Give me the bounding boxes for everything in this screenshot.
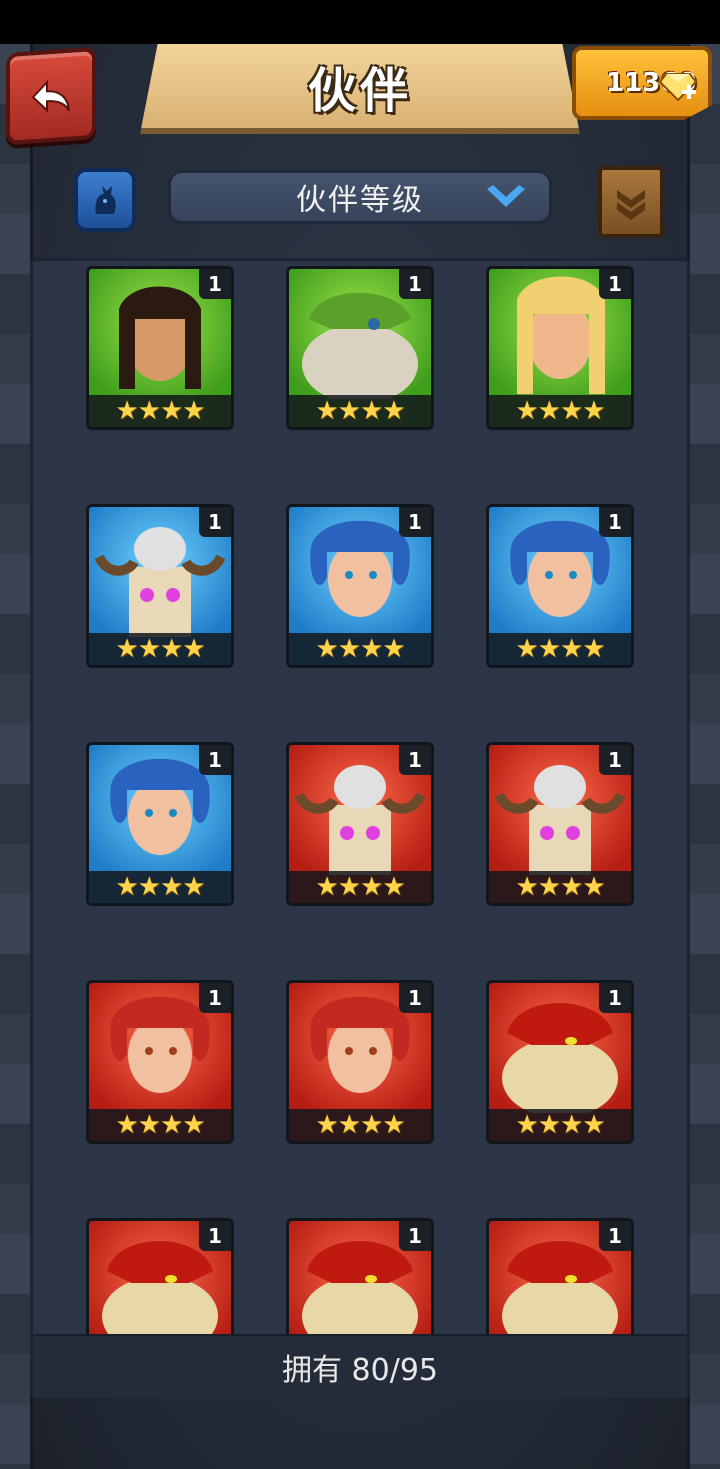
hero-card[interactable]: 1 ★★★★: [486, 504, 634, 668]
scroll-chevron-icon: [617, 190, 645, 220]
hero-level-badge: 1: [399, 745, 431, 775]
owned-count: 拥有 80/95: [282, 1353, 438, 1388]
scroll-toggle-button[interactable]: [598, 166, 664, 238]
rock-border-left: [0, 44, 33, 1469]
owned-count-bar: 拥有 80/95: [33, 1334, 687, 1398]
cat-filter-icon: [95, 186, 116, 214]
page-title: 伙伴: [307, 63, 412, 119]
sort-label: 伙伴等级: [296, 183, 424, 218]
hero-level-badge: 1: [599, 269, 631, 299]
hero-stars: ★★★★: [289, 633, 431, 665]
hero-stars: ★★★★: [289, 1109, 431, 1141]
back-arrow-icon: [31, 79, 70, 113]
status-bar: [0, 0, 720, 44]
hero-level-badge: 1: [199, 983, 231, 1013]
hero-card[interactable]: 1 ★★★★: [486, 742, 634, 906]
diamond-plus-icon: [658, 73, 698, 102]
hero-stars: ★★★★: [289, 871, 431, 903]
hero-card[interactable]: 1 ★★★★: [286, 504, 434, 668]
hero-card[interactable]: 1 ★★★★: [286, 980, 434, 1144]
hero-stars: ★★★★: [489, 633, 631, 665]
hero-card[interactable]: 1 ★★★★: [286, 742, 434, 906]
hero-stars: ★★★★: [489, 395, 631, 427]
hero-level-badge: 1: [199, 745, 231, 775]
hero-stars: ★★★★: [89, 395, 231, 427]
rock-border-right: [687, 44, 720, 1469]
hero-card[interactable]: 1 ★★★★: [86, 742, 234, 906]
hero-level-badge: 1: [599, 745, 631, 775]
hero-card[interactable]: 1 ★★★★: [86, 266, 234, 430]
hero-card[interactable]: 1 ★★★★: [86, 504, 234, 668]
hero-stars: ★★★★: [89, 633, 231, 665]
hero-stars: ★★★★: [289, 395, 431, 427]
hero-card[interactable]: 1 ★★★★: [86, 980, 234, 1144]
hero-level-badge: 1: [399, 983, 431, 1013]
hero-level-badge: 1: [399, 269, 431, 299]
chevron-down-icon: [487, 185, 525, 207]
hero-stars: ★★★★: [489, 1109, 631, 1141]
title-banner: 伙伴: [140, 44, 580, 134]
filter-button[interactable]: [74, 168, 136, 232]
hero-level-badge: 1: [199, 507, 231, 537]
hero-card[interactable]: 1 ★★★★: [486, 980, 634, 1144]
gem-counter-button[interactable]: 11360: [572, 46, 712, 120]
hero-stars: ★★★★: [89, 1109, 231, 1141]
hero-level-badge: 1: [199, 1221, 231, 1251]
hero-level-badge: 1: [199, 269, 231, 299]
hero-level-badge: 1: [399, 507, 431, 537]
hero-level-badge: 1: [599, 983, 631, 1013]
back-button[interactable]: [6, 46, 96, 146]
hero-level-badge: 1: [599, 507, 631, 537]
hero-stars: ★★★★: [489, 871, 631, 903]
hero-level-badge: 1: [599, 1221, 631, 1251]
hero-stars: ★★★★: [89, 871, 231, 903]
hero-level-badge: 1: [399, 1221, 431, 1251]
hero-card[interactable]: 1 ★★★★: [486, 266, 634, 430]
hero-card[interactable]: 1 ★★★★: [286, 266, 434, 430]
hero-grid: 1 ★★★★ 1 ★★★★ 1 ★★★★ 1 ★★★★ 1 ★★★★ 1 ★★★★ 1 ★★★★ 1 ★★★★…: [86, 266, 634, 1382]
sort-dropdown[interactable]: 伙伴等级: [168, 170, 552, 224]
